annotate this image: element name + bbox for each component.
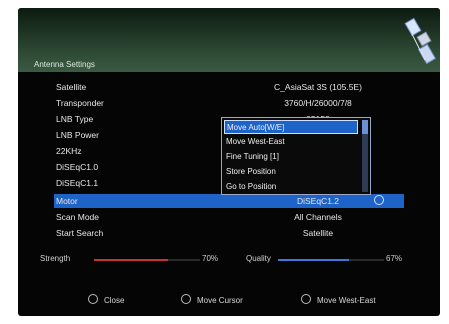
quality-bar-fill <box>278 259 350 261</box>
header-banner: Antenna Settings <box>18 8 440 72</box>
popup-item-move-auto[interactable]: Move Auto[W/E] <box>224 120 358 134</box>
motor-options-popup: Move Auto[W/E] Move West-East Fine Tunin… <box>221 117 371 195</box>
label-transponder: Transponder <box>56 98 104 108</box>
label-diseqc11: DiSEqC1.1 <box>56 178 99 188</box>
value-motor[interactable]: DiSEqC1.2 <box>228 196 408 206</box>
stb-screen: Antenna Settings Satellite C_AsiaSat 3S … <box>18 8 440 316</box>
label-satellite: Satellite <box>56 82 87 92</box>
satellite-icon <box>404 17 436 65</box>
footer-move-west-east[interactable]: Move West-East <box>317 296 376 305</box>
footer-close[interactable]: Close <box>104 296 124 305</box>
popup-item-go-to-position[interactable]: Go to Position <box>224 180 360 194</box>
value-satellite[interactable]: C_AsiaSat 3S (105.5E) <box>228 82 408 92</box>
strength-bar-fill <box>94 259 169 261</box>
quality-bar <box>278 259 384 261</box>
west-east-button-icon <box>301 294 311 304</box>
label-motor: Motor <box>56 196 78 206</box>
label-scan-mode: Scan Mode <box>56 212 99 222</box>
page-title: Antenna Settings <box>34 60 95 69</box>
value-transponder[interactable]: 3760/H/26000/7/8 <box>228 98 408 108</box>
popup-item-fine-tuning[interactable]: Fine Tuning [1] <box>224 150 360 164</box>
strength-value: 70% <box>202 254 219 263</box>
label-lnb-power: LNB Power <box>56 130 99 140</box>
popup-item-move-west-east[interactable]: Move West-East <box>224 135 360 149</box>
label-lnb-type: LNB Type <box>56 114 94 124</box>
scrollbar-thumb[interactable] <box>362 120 368 134</box>
cursor-button-icon <box>181 294 191 304</box>
popup-item-store-position[interactable]: Store Position <box>224 165 360 179</box>
ok-button-icon <box>88 294 98 304</box>
value-scan-mode[interactable]: All Channels <box>228 212 408 222</box>
strength-bar <box>94 259 200 261</box>
quality-value: 67% <box>386 254 403 263</box>
footer-move-cursor[interactable]: Move Cursor <box>197 296 243 305</box>
label-start-search: Start Search <box>56 228 104 238</box>
quality-label: Quality <box>246 254 271 263</box>
value-start-search[interactable]: Satellite <box>228 228 408 238</box>
label-22khz: 22KHz <box>56 146 82 156</box>
strength-label: Strength <box>40 254 71 263</box>
label-diseqc10: DiSEqC1.0 <box>56 162 99 172</box>
popup-scrollbar[interactable] <box>362 120 368 192</box>
